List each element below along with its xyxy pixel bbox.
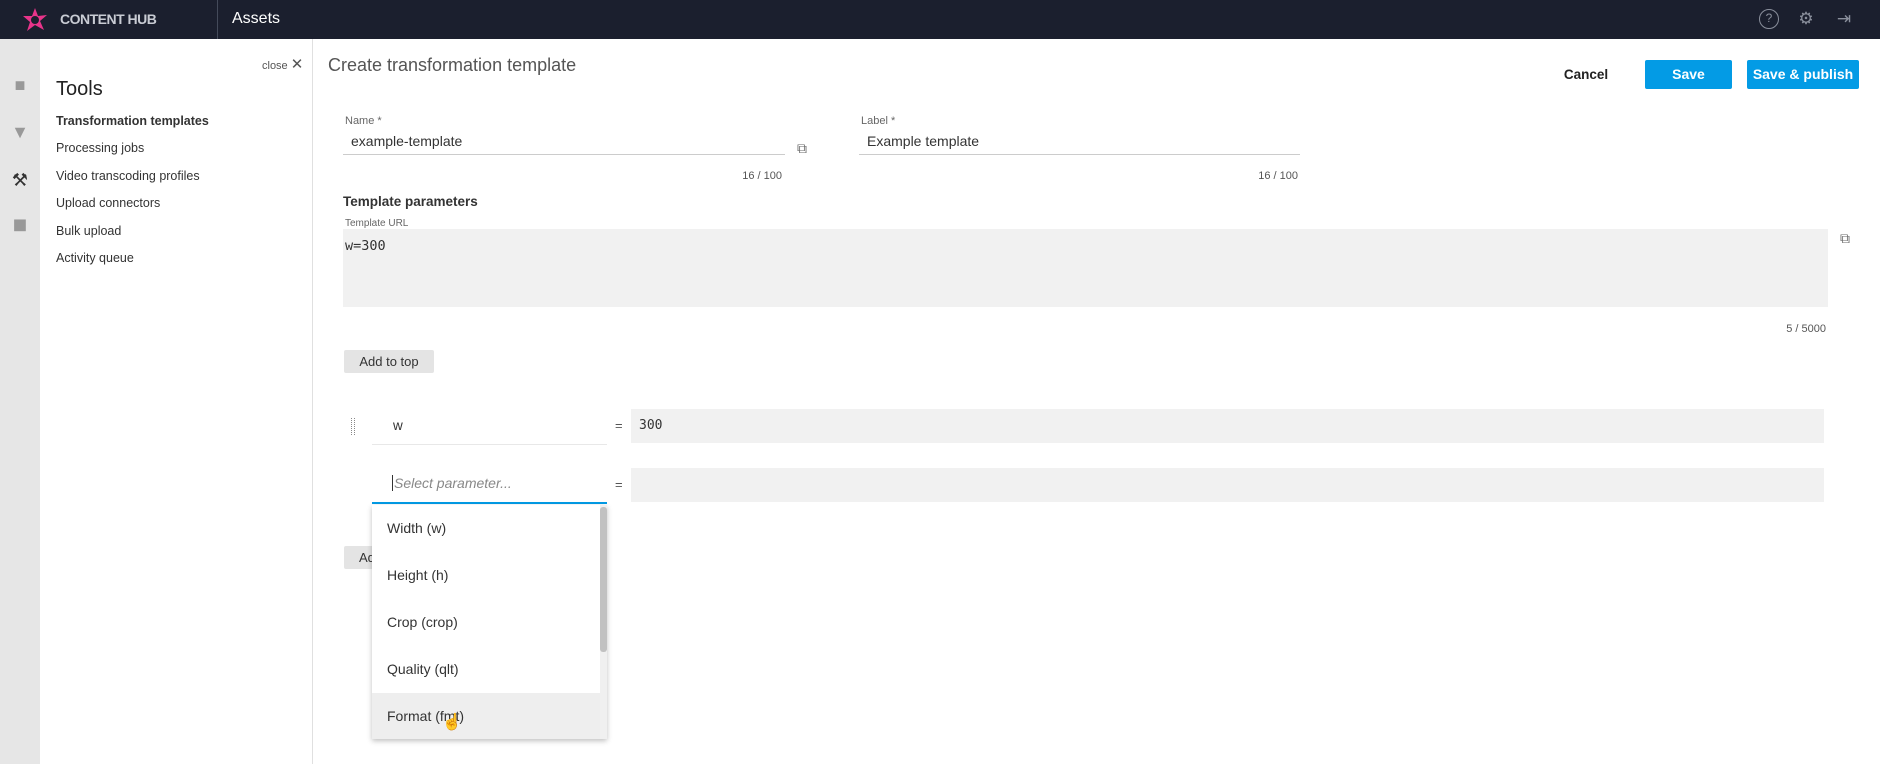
close-button[interactable]: close ✕ (262, 55, 303, 73)
logout-icon[interactable]: ⇥ (1834, 9, 1854, 29)
label-underline (859, 154, 1300, 155)
box-icon[interactable]: ◼ (8, 212, 32, 236)
panel-title: Tools (56, 78, 103, 100)
param-key[interactable]: w (393, 418, 403, 433)
tools-item-transformation-templates[interactable]: Transformation templates (56, 114, 209, 128)
settings-icon[interactable]: ⚙ (1796, 9, 1816, 29)
page-title: Create transformation template (328, 55, 577, 75)
name-underline (343, 154, 785, 155)
filter-icon[interactable]: ▼ (8, 120, 32, 144)
tools-item-upload-connectors[interactable]: Upload connectors (56, 196, 160, 210)
label-input[interactable]: Example template (867, 133, 1297, 149)
section-heading: Template parameters (343, 194, 478, 209)
save-button[interactable]: Save (1645, 60, 1732, 89)
url-textarea[interactable]: w=300 (343, 229, 1828, 307)
name-counter: 16 / 100 (742, 170, 782, 182)
top-bar: CONTENT HUB Assets ? ⚙ ⇥ (0, 0, 1880, 39)
tools-item-processing-jobs[interactable]: Processing jobs (56, 141, 144, 155)
label-counter: 16 / 100 (1258, 170, 1298, 182)
name-input[interactable]: example-template (351, 133, 781, 149)
option-quality[interactable]: Quality (qlt) (372, 646, 604, 693)
option-height[interactable]: Height (h) (372, 552, 604, 599)
folder-icon[interactable]: ■ (8, 73, 32, 97)
parameter-dropdown: Width (w) Height (h) Crop (crop) Quality… (372, 505, 607, 739)
param-value: 300 (639, 418, 663, 433)
option-format[interactable]: Format (fmt) (372, 693, 604, 739)
copy-icon[interactable]: ⧉ (797, 140, 807, 157)
tools-item-video-transcoding[interactable]: Video transcoding profiles (56, 169, 200, 183)
hand-cursor-icon: ☝ (442, 714, 462, 731)
tools-icon[interactable]: ⚒ (8, 168, 32, 192)
param-key-underline (372, 444, 607, 445)
drag-handle-icon[interactable] (351, 418, 355, 435)
tools-item-activity-queue[interactable]: Activity queue (56, 251, 134, 265)
label-label: Label * (861, 115, 896, 127)
scrollbar-track[interactable] (600, 505, 607, 739)
option-width[interactable]: Width (w) (372, 505, 604, 552)
tools-item-bulk-upload[interactable]: Bulk upload (56, 224, 121, 238)
close-label: close (262, 60, 288, 72)
cancel-button[interactable]: Cancel (1545, 60, 1627, 89)
equals-sign: = (615, 477, 623, 492)
name-label: Name * (345, 115, 382, 127)
save-publish-button[interactable]: Save & publish (1747, 60, 1859, 89)
option-crop[interactable]: Crop (crop) (372, 599, 604, 646)
equals-sign: = (615, 418, 623, 433)
icon-sidebar: ■ ▼ ⚒ ◼ (0, 39, 40, 764)
section-title[interactable]: Assets (232, 10, 280, 28)
logo-icon (23, 8, 47, 31)
divider (217, 0, 218, 39)
close-icon: ✕ (290, 56, 304, 73)
param-value-input[interactable]: 300 (631, 409, 1824, 443)
param-select-underline (372, 502, 607, 504)
param-select-input[interactable]: Select parameter... (392, 475, 512, 491)
copy-url-icon[interactable]: ⧉ (1840, 230, 1850, 247)
help-icon[interactable]: ? (1759, 9, 1779, 29)
url-value: w=300 (345, 238, 386, 254)
scrollbar-thumb[interactable] (600, 507, 607, 652)
url-counter: 5 / 5000 (1786, 323, 1826, 335)
param-value-input-empty[interactable] (631, 468, 1824, 502)
logo-text: CONTENT HUB (60, 11, 157, 27)
url-label: Template URL (345, 218, 409, 229)
add-to-top-button[interactable]: Add to top (344, 350, 434, 373)
